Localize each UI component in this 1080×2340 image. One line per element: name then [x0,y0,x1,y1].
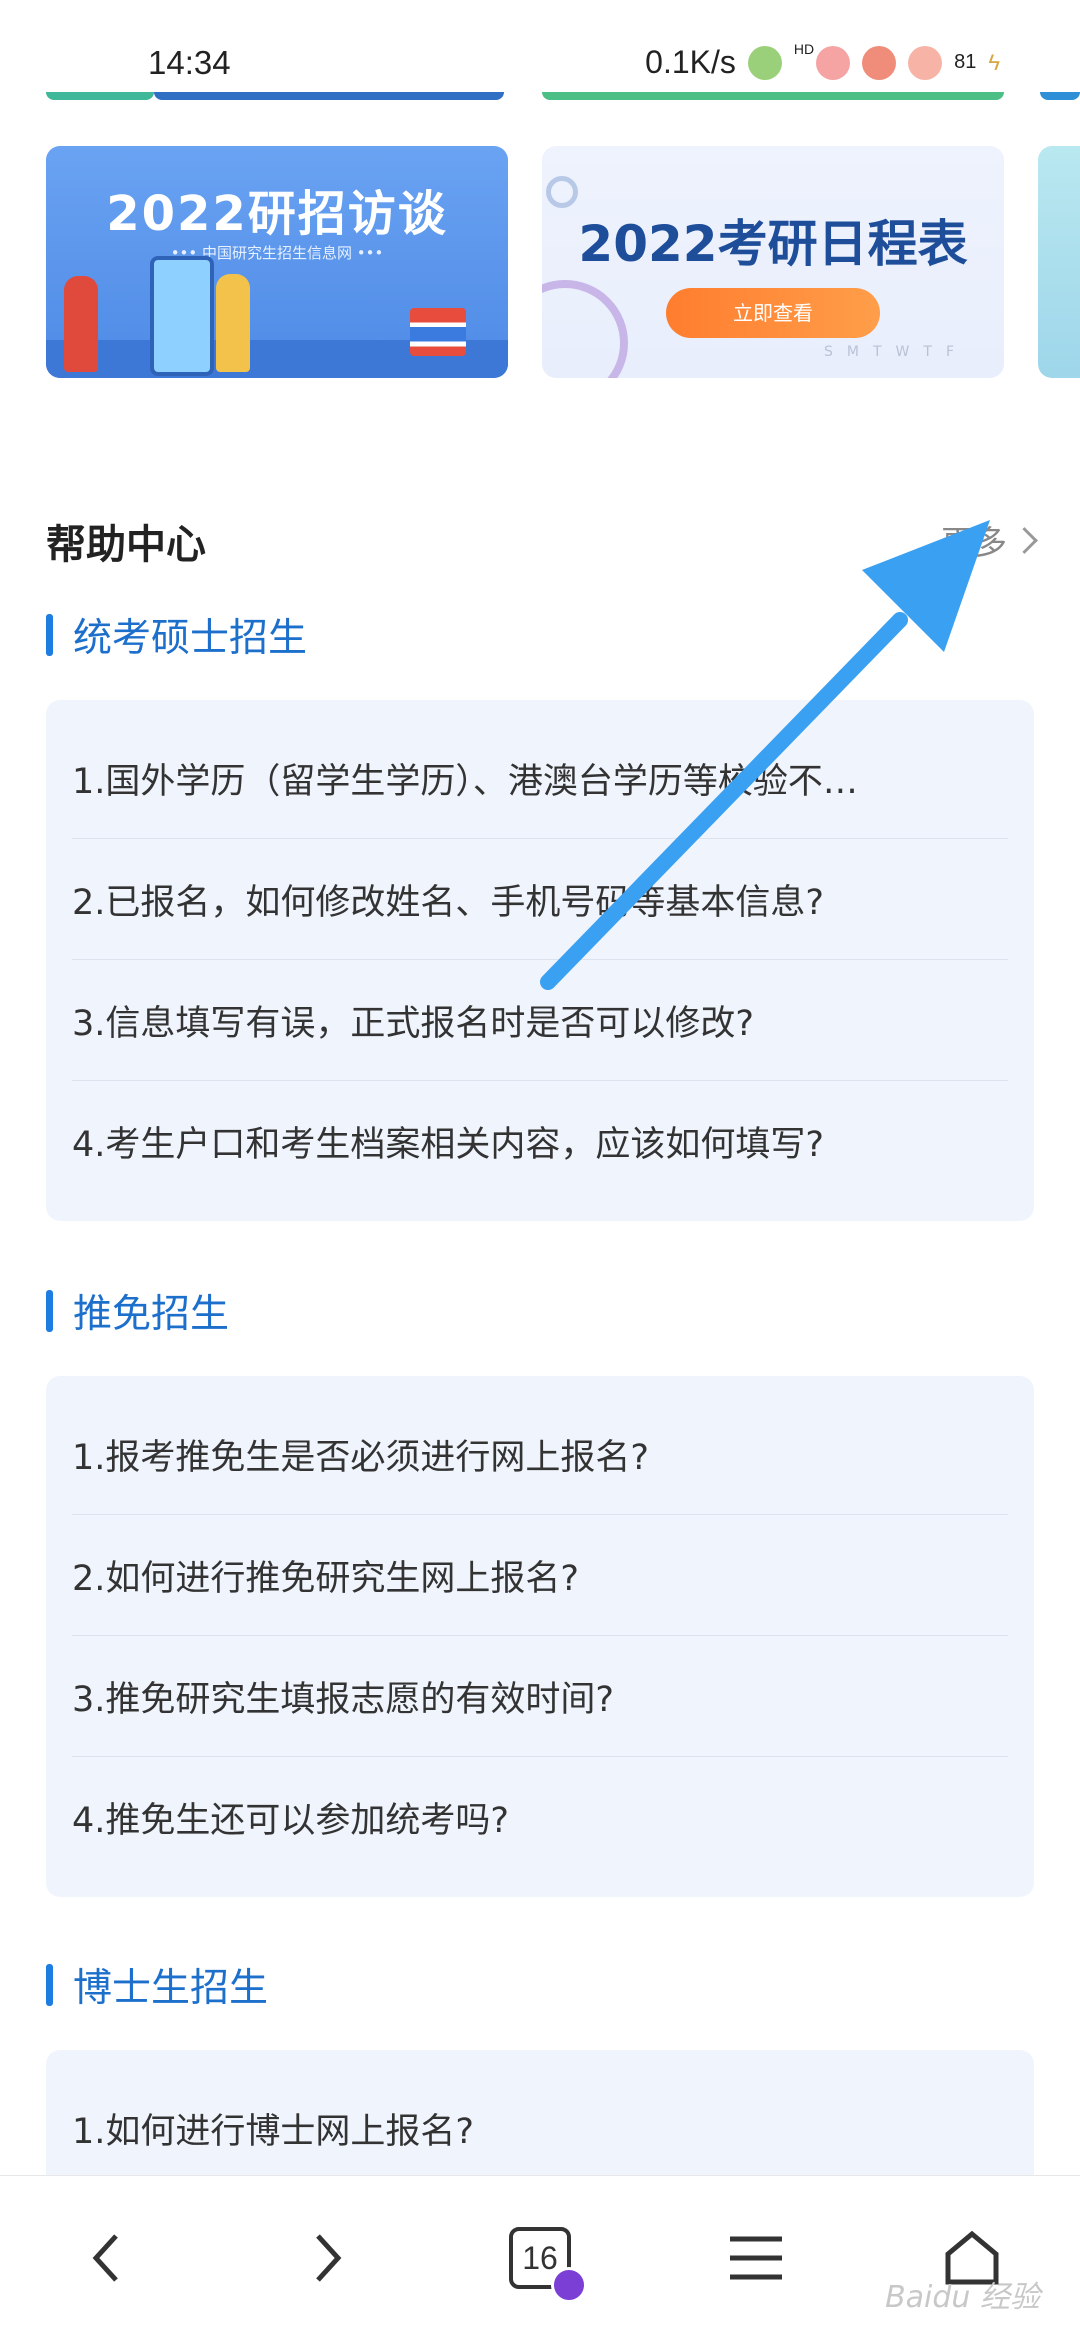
chevron-left-icon [92,2234,118,2282]
tab-count-label: 16 [522,2240,558,2276]
banner-schedule[interactable]: 2022考研日程表 立即查看 SMTWTF [542,146,1004,378]
net-speed: 0.1K/s [645,44,736,80]
question-item[interactable]: 1.国外学历（留学生学历）、港澳台学历等校验不… [72,718,1008,839]
status-time: 14:34 [148,44,231,81]
question-item[interactable]: 4.推免生还可以参加统考吗? [72,1757,1008,1877]
section-accent-bar [46,614,53,656]
heart-notification-icon [816,45,851,80]
tab-count: 16 [509,2227,587,2303]
more-link[interactable]: 更多 [941,516,1038,564]
back-button[interactable] [26,2176,186,2340]
banner-carousel: 2022研招访谈 ••• 中国研究生招生信息网 ••• 2022考研日程表 立即… [0,146,1080,378]
help-center-title: 帮助中心 [46,522,206,568]
card-remnant [1040,92,1080,100]
fruit-notification-icon [862,45,897,80]
hd-label: HD [793,40,815,57]
bottom-nav: 16 Baidu 经验 [0,2175,1080,2340]
battery-level: 81 [954,51,977,73]
chevron-right-icon [316,2234,342,2282]
card-remnant [46,92,154,100]
card-remnant [154,92,504,100]
section-heading-recommended: 推免招生 [46,1286,230,1337]
question-card-unified-masters: 1.国外学历（留学生学历）、港澳台学历等校验不… 2.已报名，如何修改姓名、手机… [46,700,1034,1221]
question-item[interactable]: 1.如何进行博士网上报名? [72,2068,1008,2188]
books-illustration [410,308,466,356]
question-item[interactable]: 3.信息填写有误，正式报名时是否可以修改? [72,960,1008,1081]
banner-title: 2022考研日程表 [578,215,968,273]
section-accent-bar [46,1964,53,2006]
menu-button[interactable] [676,2176,836,2340]
peach-battery-icon [908,45,943,80]
charging-icon: ϟ [988,49,1000,75]
banner-partial[interactable] [1038,146,1080,378]
question-item[interactable]: 1.报考推免生是否必须进行网上报名? [72,1394,1008,1515]
view-now-button[interactable]: 立即查看 [666,288,880,338]
status-icons: 0.1K/s HD 81 ϟ [645,40,1000,81]
tabs-button[interactable]: 16 [460,2176,620,2340]
banner-interview[interactable]: 2022研招访谈 ••• 中国研究生招生信息网 ••• [46,146,508,378]
banner-subtitle: ••• 中国研究生招生信息网 ••• [170,244,384,262]
chevron-right-icon [1011,526,1038,554]
person-illustration [64,276,98,372]
question-item[interactable]: 4.考生户口和考生档案相关内容，应该如何填写? [72,1081,1008,1201]
more-label: 更多 [941,523,1007,562]
baidu-watermark: Baidu 经验 [885,2280,1040,2315]
calendar-weekdays: SMTWTF [824,344,968,360]
person-illustration [216,274,250,372]
section-heading-unified-masters: 统考硕士招生 [46,610,308,661]
section-heading-doctoral: 博士生招生 [46,1960,269,2011]
section-label: 推免招生 [73,1292,230,1337]
clock-illustration [542,280,628,378]
menu-icon [730,2236,782,2280]
forward-button[interactable] [248,2176,408,2340]
section-label: 博士生招生 [73,1966,269,2011]
banner-title: 2022研招访谈 [106,186,448,242]
question-item[interactable]: 2.已报名，如何修改姓名、手机号码等基本信息? [72,839,1008,960]
status-bar: 14:34 0.1K/s HD 81 ϟ [0,0,1080,100]
card-remnant [542,92,1004,100]
section-label: 统考硕士招生 [73,616,308,661]
phone-illustration [150,256,214,376]
question-card-recommended: 1.报考推免生是否必须进行网上报名? 2.如何进行推免研究生网上报名? 3.推免… [46,1376,1034,1897]
section-accent-bar [46,1290,53,1332]
help-center-header: 帮助中心 更多 [46,506,1038,570]
incognito-icon [551,2267,587,2303]
app-notification-icon [747,45,782,80]
question-item[interactable]: 2.如何进行推免研究生网上报名? [72,1515,1008,1636]
question-item[interactable]: 3.推免研究生填报志愿的有效时间? [72,1636,1008,1757]
